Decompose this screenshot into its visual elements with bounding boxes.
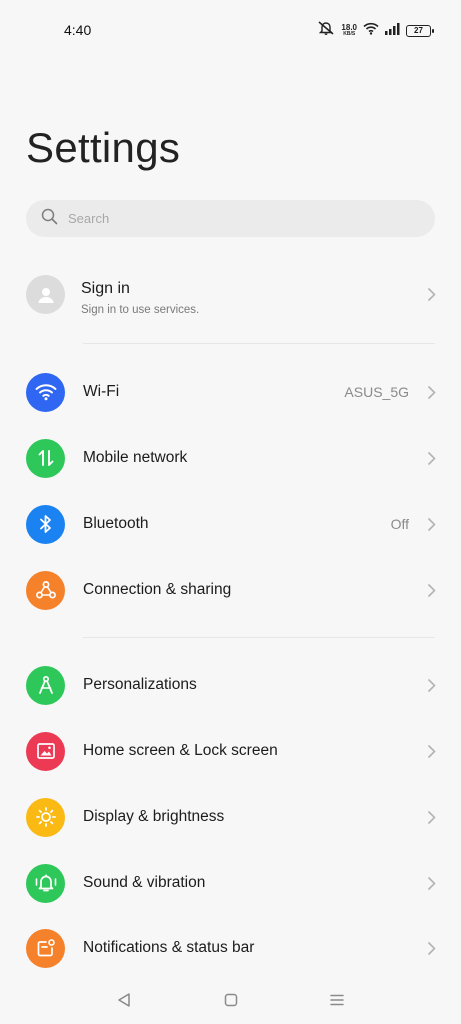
chevron-right-icon	[425, 286, 437, 302]
settings-item-personalizations[interactable]: Personalizations	[0, 652, 461, 718]
settings-item-label: Wi-Fi	[83, 383, 120, 400]
settings-item-value: Off	[390, 516, 409, 532]
back-button[interactable]	[112, 988, 136, 1012]
settings-item-mobile-network[interactable]: Mobile network	[0, 425, 461, 491]
notification-icon	[26, 928, 65, 968]
settings-item-label: Bluetooth	[83, 515, 149, 532]
avatar-icon	[26, 275, 65, 314]
chevron-right-icon	[425, 516, 437, 532]
wifi-signal-icon	[363, 22, 379, 40]
cell-signal-icon	[385, 22, 400, 40]
bell-vibration-icon	[26, 863, 65, 903]
settings-item-bluetooth[interactable]: Bluetooth Off	[0, 491, 461, 557]
status-icons: 18.0 KB/S 27	[317, 21, 434, 40]
settings-item-label: Notifications & status bar	[83, 939, 255, 956]
settings-item-display-brightness[interactable]: Display & brightness	[0, 784, 461, 850]
settings-item-label: Connection & sharing	[83, 581, 232, 598]
search-input[interactable]	[68, 211, 398, 226]
status-bar: 4:40 18.0 KB/S 27	[0, 0, 461, 60]
wifi-icon	[26, 372, 65, 412]
settings-item-label: Home screen & Lock screen	[83, 742, 278, 759]
battery-indicator: 27	[406, 24, 434, 37]
sun-icon	[26, 797, 65, 837]
speed-unit: KB/S	[343, 30, 356, 37]
settings-item-value: ASUS_5G	[344, 384, 409, 400]
sign-in-title: Sign in	[81, 280, 130, 297]
speed-value: 18.0	[341, 22, 357, 32]
recents-menu-button[interactable]	[325, 988, 349, 1012]
chevron-right-icon	[425, 809, 437, 825]
bluetooth-icon	[26, 504, 65, 544]
settings-item-connection-sharing[interactable]: Connection & sharing	[0, 557, 461, 623]
compass-icon	[26, 665, 65, 705]
picture-icon	[26, 731, 65, 771]
network-speed: 18.0 KB/S	[341, 22, 357, 38]
chevron-right-icon	[425, 384, 437, 400]
mute-icon	[317, 21, 335, 40]
connection-sharing-icon	[26, 570, 65, 610]
sign-in-row[interactable]: Sign in Sign in to use services.	[0, 261, 461, 327]
chevron-right-icon	[425, 940, 437, 956]
chevron-right-icon	[425, 743, 437, 759]
settings-item-wifi[interactable]: Wi-Fi ASUS_5G	[0, 359, 461, 425]
divider	[83, 343, 435, 344]
settings-item-home-lock-screen[interactable]: Home screen & Lock screen	[0, 718, 461, 784]
chevron-right-icon	[425, 582, 437, 598]
settings-item-label: Sound & vibration	[83, 874, 206, 891]
settings-item-label: Mobile network	[83, 449, 188, 466]
sign-in-subtitle: Sign in to use services.	[81, 304, 200, 316]
settings-item-sound-vibration[interactable]: Sound & vibration	[0, 850, 461, 916]
chevron-right-icon	[425, 450, 437, 466]
settings-item-label: Personalizations	[83, 676, 197, 693]
chevron-right-icon	[425, 677, 437, 693]
navigation-bar	[0, 980, 461, 1020]
divider	[83, 637, 435, 638]
settings-item-notifications-status-bar[interactable]: Notifications & status bar	[0, 915, 461, 981]
page-title: Settings	[26, 124, 181, 171]
chevron-right-icon	[425, 875, 437, 891]
settings-item-label: Display & brightness	[83, 808, 225, 825]
mobile-data-icon	[26, 438, 65, 478]
status-time: 4:40	[64, 22, 92, 38]
search-icon	[41, 208, 58, 230]
search-bar[interactable]	[26, 200, 435, 237]
home-button[interactable]	[219, 988, 243, 1012]
